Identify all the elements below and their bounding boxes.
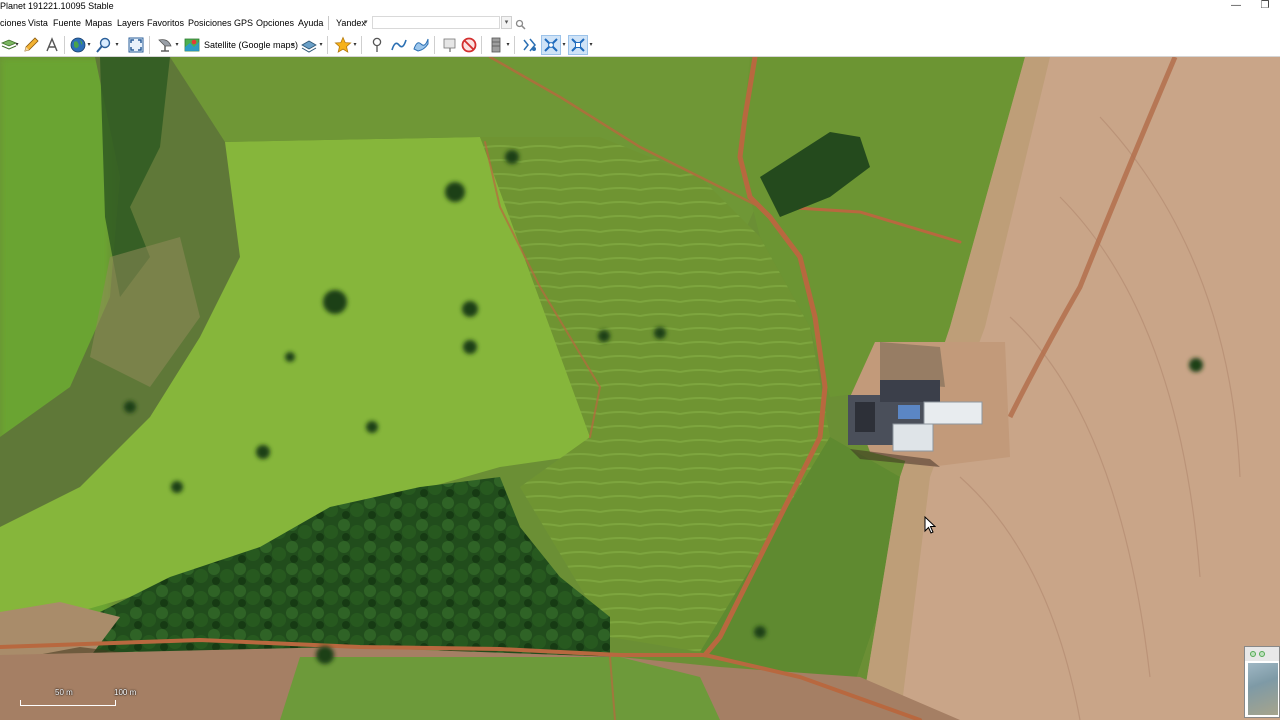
map-scale-bar: 50 m 100 m xyxy=(0,688,140,712)
scale-label-50m: 50 m xyxy=(55,688,73,697)
path-icon[interactable] xyxy=(390,36,408,54)
toolbar-divider xyxy=(514,36,515,54)
menu-opciones[interactable]: Opciones xyxy=(256,13,294,33)
toolbar-divider xyxy=(434,36,435,54)
mini-map-preview[interactable] xyxy=(1248,663,1278,715)
menu-gps[interactable]: GPS xyxy=(234,13,253,33)
menu-favoritos[interactable]: Favoritos xyxy=(147,13,184,33)
menu-bar: ciones Vista Fuente Mapas Layers Favorit… xyxy=(0,13,1280,33)
satellite-chevron-down-icon[interactable]: ▾ xyxy=(174,36,180,54)
menu-fuente[interactable]: Fuente xyxy=(53,13,81,33)
satellite-dish-icon[interactable] xyxy=(156,36,174,54)
title-bar: Planet 191221.10095 Stable — ❐ xyxy=(0,0,1280,13)
mouse-cursor-icon xyxy=(924,516,936,534)
menu-ayuda[interactable]: Ayuda xyxy=(298,13,323,33)
cache-icon[interactable] xyxy=(487,36,505,54)
marks-icon[interactable] xyxy=(441,36,459,54)
stack-icon[interactable] xyxy=(300,36,318,54)
mini-map-zoom-in-icon[interactable] xyxy=(1250,651,1256,657)
mini-map-header xyxy=(1245,647,1279,661)
menu-mapas[interactable]: Mapas xyxy=(85,13,112,33)
provider-chevron-down-icon[interactable]: ▾ xyxy=(364,13,368,33)
gps-follow-chevron-down-icon[interactable]: ▾ xyxy=(561,36,567,54)
stop-icon[interactable] xyxy=(460,36,478,54)
search-history-dropdown[interactable]: ▾ xyxy=(501,16,512,29)
gps-track-icon[interactable] xyxy=(521,36,539,54)
mini-map[interactable] xyxy=(1244,646,1280,718)
text-tool-icon[interactable] xyxy=(43,36,61,54)
gps-center-icon[interactable] xyxy=(568,35,588,55)
menu-divider xyxy=(328,16,329,30)
gps-follow-icon[interactable] xyxy=(541,35,561,55)
toolbar-divider xyxy=(149,36,150,54)
main-toolbar: ▾ ▾ ▾ ▾ Satellite (Google maps) ▾ ▾ ▾ ▾ … xyxy=(0,33,1280,57)
pencil-icon[interactable] xyxy=(22,36,40,54)
fullscreen-icon[interactable] xyxy=(127,36,145,54)
menu-layers[interactable]: Layers xyxy=(117,13,144,33)
scale-bar-ruler xyxy=(20,700,116,706)
minimize-button[interactable]: — xyxy=(1222,0,1250,13)
layers-chevron-down-icon[interactable]: ▾ xyxy=(14,36,20,54)
stack-chevron-down-icon[interactable]: ▾ xyxy=(318,36,324,54)
mini-map-zoom-out-icon[interactable] xyxy=(1259,651,1265,657)
favorite-chevron-down-icon[interactable]: ▾ xyxy=(352,36,358,54)
search-provider-select[interactable]: Yandex xyxy=(336,13,366,33)
gps-center-chevron-down-icon[interactable]: ▾ xyxy=(588,36,594,54)
polygon-icon[interactable] xyxy=(412,36,430,54)
menu-posiciones[interactable]: Posiciones xyxy=(188,13,232,33)
toolbar-divider xyxy=(64,36,65,54)
toolbar-divider xyxy=(481,36,482,54)
menu-acciones[interactable]: ciones xyxy=(0,13,26,33)
favorite-star-icon[interactable] xyxy=(334,36,352,54)
search-input[interactable] xyxy=(372,16,500,29)
restore-button[interactable]: ❐ xyxy=(1251,0,1279,13)
cache-chevron-down-icon[interactable]: ▾ xyxy=(505,36,511,54)
zoom-chevron-down-icon[interactable]: ▾ xyxy=(114,36,120,54)
map-type-label[interactable]: Satellite (Google maps) xyxy=(204,36,298,54)
placemark-icon[interactable] xyxy=(368,36,386,54)
satellite-imagery xyxy=(0,57,1280,720)
globe-chevron-down-icon[interactable]: ▾ xyxy=(86,36,92,54)
globe-icon[interactable] xyxy=(69,36,87,54)
zoom-icon[interactable] xyxy=(95,36,113,54)
map-type-chevron-down-icon[interactable]: ▾ xyxy=(290,36,296,54)
window-title: Planet 191221.10095 Stable xyxy=(0,1,114,11)
map-source-icon[interactable] xyxy=(183,36,201,54)
toolbar-divider xyxy=(327,36,328,54)
toolbar-divider xyxy=(361,36,362,54)
scale-label-100m: 100 m xyxy=(114,688,137,697)
satellite-map-view[interactable]: 50 m 100 m xyxy=(0,57,1280,720)
menu-vista[interactable]: Vista xyxy=(28,13,48,33)
search-icon[interactable] xyxy=(515,17,526,30)
